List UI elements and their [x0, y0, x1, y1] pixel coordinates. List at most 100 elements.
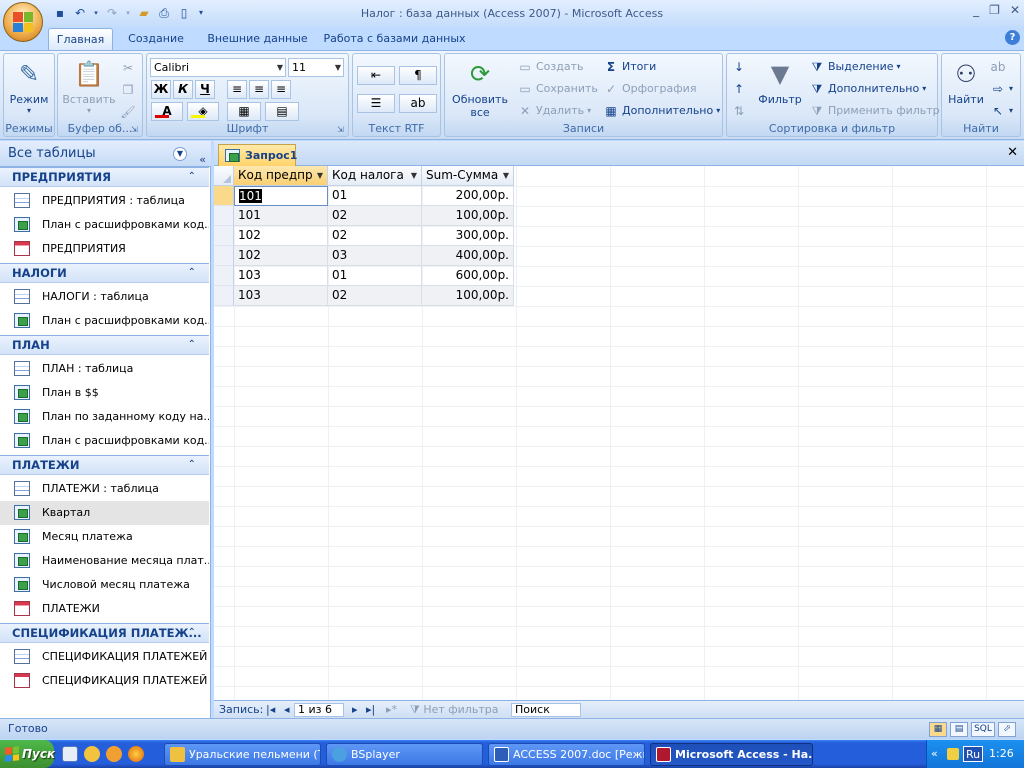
nav-item[interactable]: План с расшифровками код...: [0, 309, 209, 333]
save-record-button[interactable]: ▭ Сохранить: [517, 79, 598, 98]
gridlines-button[interactable]: ▦: [227, 102, 261, 121]
table-cell[interactable]: 600,00р.: [422, 266, 514, 286]
find-button[interactable]: ⚇ Найти: [944, 58, 988, 106]
sql-view-icon[interactable]: SQL: [971, 722, 995, 737]
nav-item[interactable]: ПРЕДПРИЯТИЯ: [0, 237, 209, 261]
media-player-icon[interactable]: [106, 746, 122, 762]
next-record-icon[interactable]: ▸: [352, 702, 358, 718]
font-name-select[interactable]: Calibri ▼: [150, 58, 286, 77]
nav-item[interactable]: Числовой месяц платежа: [0, 573, 209, 597]
view-button[interactable]: ✎ Режим ▾: [7, 58, 51, 115]
datasheet-view-icon[interactable]: ▦: [929, 722, 947, 737]
table-cell[interactable]: 02: [328, 226, 422, 246]
new-record-button[interactable]: ▭ Создать: [517, 57, 583, 76]
language-indicator[interactable]: Ru: [963, 746, 984, 762]
fill-color-button[interactable]: ◈: [187, 102, 219, 121]
bullets-icon[interactable]: ☰: [357, 94, 395, 113]
taskbar-item-access[interactable]: Microsoft Access - На...: [650, 743, 813, 766]
nav-section-header[interactable]: ПЛАТЕЖИ ⌃: [0, 455, 209, 475]
row-selector[interactable]: [214, 226, 234, 246]
alternate-fill-button[interactable]: ▤: [265, 102, 299, 121]
new-record-nav-icon[interactable]: ▸*: [386, 702, 397, 718]
search-input[interactable]: Поиск: [511, 703, 581, 717]
restore-button[interactable]: ❐: [989, 3, 1000, 17]
taskbar-item-bsplayer[interactable]: BSplayer: [326, 743, 483, 766]
decrease-indent-icon[interactable]: ⇤: [357, 66, 395, 85]
copy-icon[interactable]: ❐: [120, 80, 136, 99]
design-view-icon[interactable]: ⬀: [998, 722, 1016, 737]
chevron-down-icon[interactable]: ▼: [503, 166, 509, 185]
chevron-down-icon[interactable]: ▼: [317, 166, 323, 185]
italic-button[interactable]: К: [173, 80, 193, 99]
table-cell[interactable]: 103: [234, 286, 328, 306]
align-center-icon[interactable]: ≡: [249, 80, 269, 99]
table-cell[interactable]: 103: [234, 266, 328, 286]
taskbar-item-player[interactable]: Уральские пельмени (Т...: [164, 743, 321, 766]
chevron-up-icon[interactable]: ⌃: [188, 456, 196, 474]
nav-item[interactable]: План с расшифровками код...: [0, 213, 209, 237]
column-header[interactable]: Код налога ▼: [328, 166, 422, 186]
nav-item[interactable]: ПЛАТЕЖИ: [0, 597, 209, 621]
font-size-select[interactable]: 11 ▼: [288, 58, 344, 77]
nav-section-header[interactable]: ПРЕДПРИЯТИЯ ⌃: [0, 167, 209, 187]
tray-app-icon[interactable]: [947, 748, 959, 760]
close-button[interactable]: ✕: [1010, 3, 1020, 17]
advanced-filter-button[interactable]: ⧩ Дополнительно ▾: [809, 79, 927, 98]
select-cursor-icon[interactable]: ↖ ▾: [990, 101, 1013, 120]
spelling-button[interactable]: ✓ Орфография: [603, 79, 696, 98]
format-painter-icon[interactable]: 🖌: [120, 102, 136, 121]
select-all-corner[interactable]: [214, 166, 234, 186]
chevron-up-icon[interactable]: ⌃: [188, 168, 196, 186]
tab-home[interactable]: Главная: [48, 28, 113, 50]
totals-button[interactable]: Σ Итоги: [603, 57, 656, 76]
no-filter-button[interactable]: ⧩ Нет фильтра: [410, 702, 498, 718]
record-position-input[interactable]: 1 из 6: [294, 703, 344, 717]
underline-button[interactable]: Ч: [195, 80, 215, 99]
table-cell[interactable]: 102: [234, 246, 328, 266]
cut-icon[interactable]: ✂: [120, 58, 136, 77]
row-selector[interactable]: [214, 246, 234, 266]
highlight-icon[interactable]: ab: [399, 94, 437, 113]
clear-sort-icon[interactable]: ⇅: [731, 101, 747, 120]
document-tab-query1[interactable]: Запрос1: [218, 144, 297, 166]
align-left-icon[interactable]: ≡: [227, 80, 247, 99]
dialog-launcher-icon[interactable]: ⇲: [337, 125, 346, 134]
table-cell[interactable]: 300,00р.: [422, 226, 514, 246]
sort-descending-icon[interactable]: ↑: [731, 79, 747, 98]
tab-external-data[interactable]: Внешние данные: [200, 28, 315, 50]
font-color-button[interactable]: A: [151, 102, 183, 121]
table-cell[interactable]: 100,00р.: [422, 286, 514, 306]
nav-item[interactable]: Месяц платежа: [0, 525, 209, 549]
sort-ascending-icon[interactable]: ↓: [731, 57, 747, 76]
replace-icon[interactable]: ab: [990, 57, 1006, 76]
nav-item[interactable]: СПЕЦИФИКАЦИЯ ПЛАТЕЖЕЙ ...: [0, 669, 209, 693]
row-selector[interactable]: [214, 186, 234, 206]
table-cell[interactable]: 100,00р.: [422, 206, 514, 226]
first-record-icon[interactable]: |◂: [266, 702, 275, 718]
tab-create[interactable]: Создание: [121, 28, 191, 50]
column-header[interactable]: Sum-Сумма ▼: [422, 166, 514, 186]
delete-record-button[interactable]: ✕ Удалить ▾: [517, 101, 591, 120]
chevron-up-icon[interactable]: ⌃: [188, 264, 196, 282]
winamp-icon[interactable]: [84, 746, 100, 762]
nav-item[interactable]: ПРЕДПРИЯТИЯ : таблица: [0, 189, 209, 213]
nav-section-header[interactable]: НАЛОГИ ⌃: [0, 263, 209, 283]
table-cell[interactable]: 101: [234, 206, 328, 226]
nav-item[interactable]: План в $$: [0, 381, 209, 405]
align-right-icon[interactable]: ≡: [271, 80, 291, 99]
chevron-down-icon[interactable]: ▼: [173, 147, 187, 161]
nav-item[interactable]: План с расшифровками код...: [0, 429, 209, 453]
bold-button[interactable]: Ж: [151, 80, 171, 99]
chevron-up-icon[interactable]: ⌃: [188, 624, 196, 642]
pivot-view-icon[interactable]: ▤: [950, 722, 968, 737]
toggle-filter-button[interactable]: ⧩ Применить фильтр: [809, 101, 940, 120]
nav-item[interactable]: СПЕЦИФИКАЦИЯ ПЛАТЕЖЕЙ ...: [0, 645, 209, 669]
more-records-button[interactable]: ▦ Дополнительно ▾: [603, 101, 720, 120]
table-cell[interactable]: 01: [328, 266, 422, 286]
nav-section-header[interactable]: ПЛАН ⌃: [0, 335, 209, 355]
goto-icon[interactable]: ⇨ ▾: [990, 79, 1013, 98]
nav-section-header[interactable]: СПЕЦИФИКАЦИЯ ПЛАТЕЖ... ⌃: [0, 623, 209, 643]
start-button[interactable]: Пуск: [0, 740, 55, 768]
table-cell[interactable]: 101: [234, 186, 328, 206]
table-cell[interactable]: 102: [234, 226, 328, 246]
